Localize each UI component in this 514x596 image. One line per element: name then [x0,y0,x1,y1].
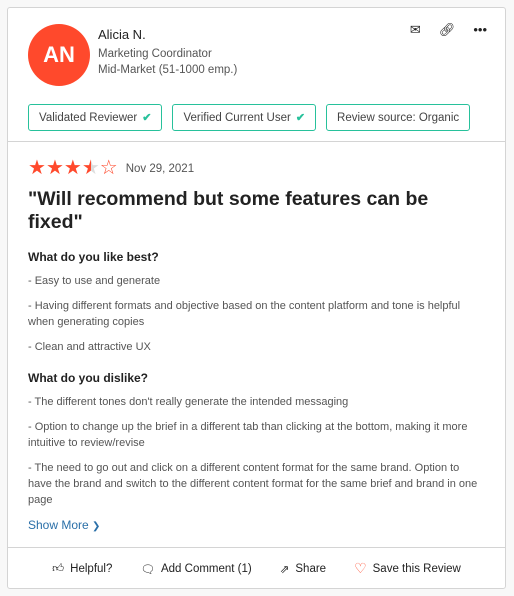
like-item: - Easy to use and generate [28,275,161,287]
save-review-button[interactable]: ♡ Save this Review [354,560,461,577]
share-button[interactable]: ⇗ Share [280,562,326,576]
avatar: AN [28,24,90,86]
check-icon: ✔ [295,112,306,124]
more-icon[interactable]: ••• [473,22,487,38]
thumbs-up-icon: 👍︎ [52,562,65,575]
star-full-icon: ★ [63,157,82,179]
reviewer-role: Marketing Coordinator [98,48,212,60]
share-icon: ⇗ [279,563,290,576]
dislike-item: - The different tones don't really gener… [28,396,349,408]
star-half-icon: ★ [81,157,100,179]
divider [8,141,505,142]
star-empty-icon: ☆ [99,157,118,179]
helpful-button[interactable]: 👍︎ Helpful? [52,562,112,576]
show-more-link[interactable]: Show More ❯ [28,518,100,532]
likes-heading: What do you like best? [28,250,159,264]
link-icon[interactable]: 🔗︎ [439,22,456,38]
dislike-item: - Option to change up the brief in a dif… [28,421,468,449]
chevron-down-icon: ❯ [92,521,101,532]
badge-review-source: Review source: Organic [326,104,471,131]
reviewer-name: Alicia N. [98,27,146,42]
like-item: - Clean and attractive UX [28,341,151,353]
badge-validated-reviewer: Validated Reviewer ✔ [28,104,163,131]
mail-icon[interactable]: ✉ [410,22,421,38]
review-date: Nov 29, 2021 [125,162,195,175]
star-rating: ★★★★☆ Nov 29, 2021 [28,158,485,179]
star-full-icon: ★ [28,157,46,179]
like-item: - Having different formats and objective… [28,300,461,328]
star-full-icon: ★ [45,157,64,179]
add-comment-button[interactable]: 🗨︎ Add Comment (1) [140,562,251,576]
heart-icon: ♡ [354,560,367,576]
dislikes-heading: What do you dislike? [28,371,149,385]
comment-icon: 🗨︎ [140,563,155,576]
review-card: AN Alicia N. Marketing Coordinator Mid-M… [7,7,506,589]
review-title: "Will recommend but some features can be… [28,188,429,233]
reviewer-segment: Mid-Market (51-1000 emp.) [98,64,238,76]
dislike-item: - The need to go out and click on a diff… [28,462,478,506]
badge-verified-user: Verified Current User ✔ [172,104,317,131]
check-icon: ✔ [142,112,152,124]
